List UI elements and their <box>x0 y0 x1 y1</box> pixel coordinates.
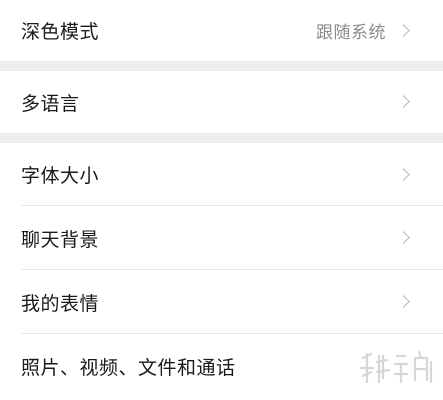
dark-mode-value: 跟随系统 <box>316 23 386 43</box>
chevron-right-icon <box>397 95 410 108</box>
my-stickers-row[interactable]: 我的表情 <box>0 270 443 334</box>
chevron-right-icon <box>397 295 410 308</box>
font-size-label: 字体大小 <box>21 165 100 187</box>
chevron-right-icon <box>397 231 410 244</box>
dark-mode-label: 深色模式 <box>21 21 100 43</box>
settings-group-language: 多语言 <box>0 71 443 133</box>
font-size-row[interactable]: 字体大小 <box>0 143 443 206</box>
media-files-calls-label: 照片、视频、文件和通话 <box>21 356 236 379</box>
chevron-right-icon <box>397 23 410 37</box>
chevron-right-icon <box>397 167 410 181</box>
dark-mode-row[interactable]: 深色模式 跟随系统 <box>0 0 443 61</box>
chat-background-row[interactable]: 聊天背景 <box>0 206 443 270</box>
my-stickers-label: 我的表情 <box>21 292 100 315</box>
watermark-logo <box>359 350 433 384</box>
settings-group-display: 深色模式 跟随系统 <box>0 0 443 61</box>
language-row[interactable]: 多语言 <box>0 71 443 133</box>
language-label: 多语言 <box>21 92 80 115</box>
chat-background-label: 聊天背景 <box>21 228 100 251</box>
